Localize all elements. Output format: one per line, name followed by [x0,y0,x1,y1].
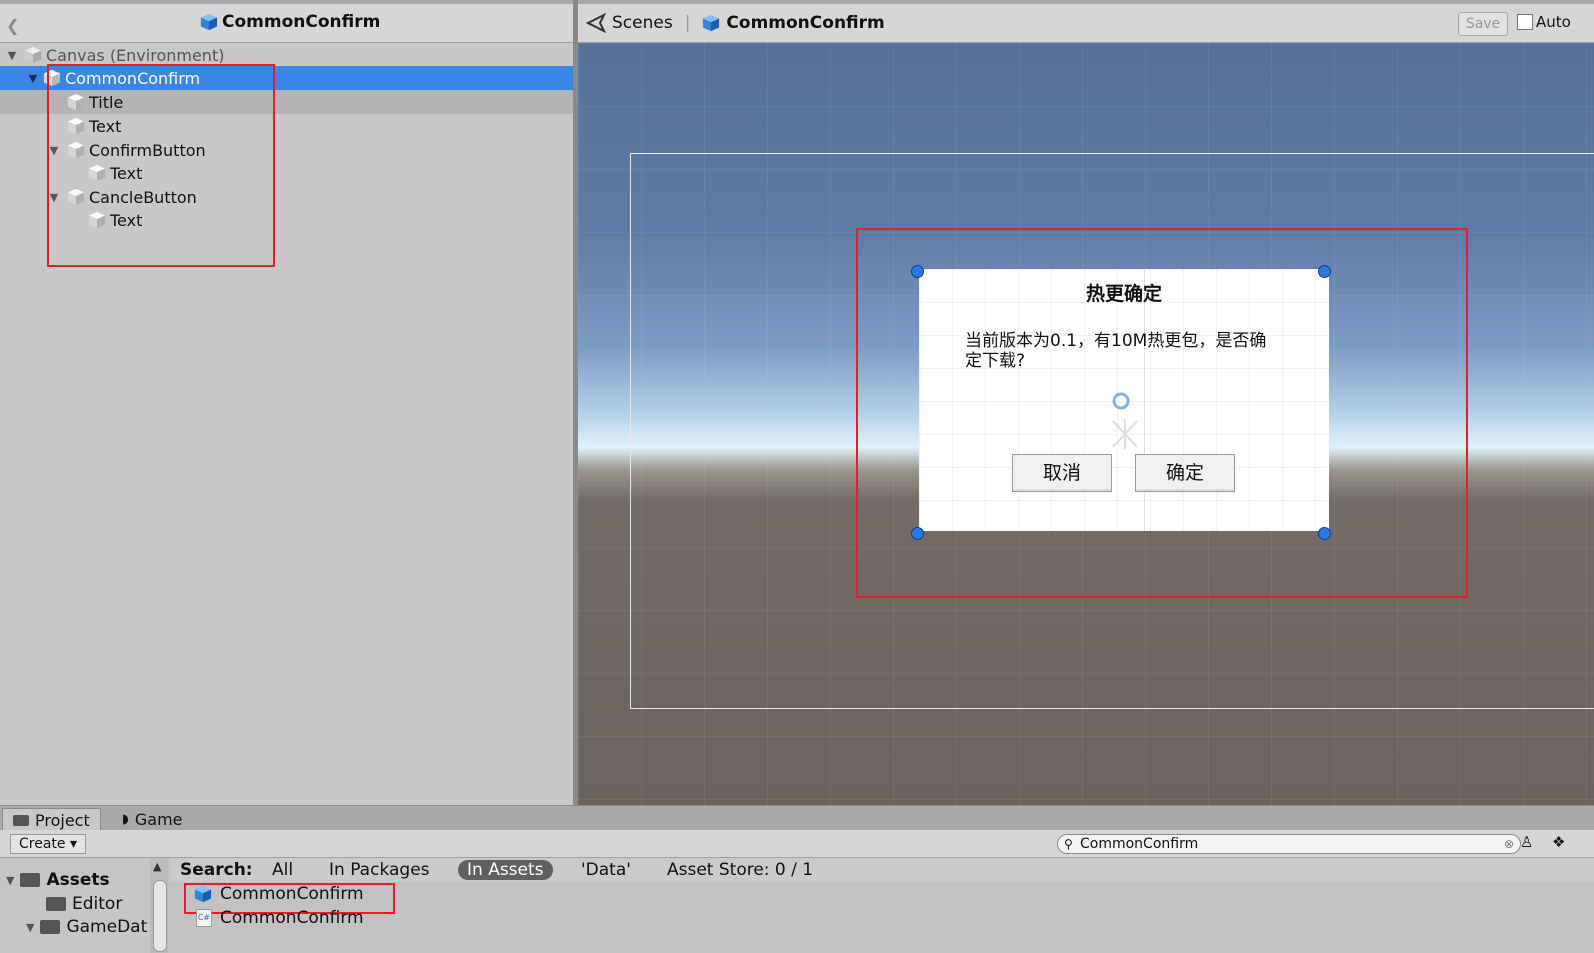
scene-viewport[interactable]: 热更确定 当前版本为0.1，有10M热更包，是否确 定下载? 取消 确定 [578,43,1594,805]
search-scope-assets[interactable]: In Assets [458,860,553,880]
expand-arrow-icon[interactable]: ▼ [6,874,14,887]
tree-item-gamedata[interactable]: ▼ GameDat [26,917,147,937]
tab-project[interactable]: Project [2,808,101,832]
scenes-icon [586,13,606,33]
prefab-title: CommonConfirm [200,12,380,32]
confirm-dialog[interactable]: 热更确定 当前版本为0.1，有10M热更包，是否确 定下载? 取消 确定 [919,269,1329,531]
filter-type-icon[interactable]: ♙ [1520,833,1533,851]
folder-icon [20,873,41,887]
search-icon: ⚲ [1064,837,1073,851]
breadcrumb-prefab: CommonConfirm [726,13,885,33]
rect-handle-top-left[interactable] [911,265,924,278]
dialog-message: 当前版本为0.1，有10M热更包，是否确 定下载? [965,331,1285,371]
dialog-message-line2: 定下载? [965,351,1026,371]
expand-arrow-icon[interactable]: ▼ [27,72,39,85]
hierarchy-highlight-box [47,64,275,267]
assets-tree: ▼ Assets Editor ▼ GameDat [0,858,151,953]
tab-game[interactable]: ◗ Game [112,808,193,831]
expand-arrow-icon[interactable]: ▼ [26,921,34,934]
label-tag-icon[interactable]: ❖ [1552,833,1565,851]
auto-save-label: Auto [1536,13,1571,31]
folder-icon [40,920,61,934]
rect-handle-bottom-right[interactable] [1318,527,1331,540]
hierarchy-header: ❮ CommonConfirm [0,4,573,43]
search-scope-packages[interactable]: In Packages [329,860,430,880]
rect-handle-top-right[interactable] [1318,265,1331,278]
breadcrumb-scenes[interactable]: Scenes [612,13,673,33]
search-scope-data[interactable]: 'Data' [581,860,631,880]
prefab-cube-icon [200,13,218,31]
folder-icon [13,815,29,826]
csharp-script-icon: C# [196,909,212,927]
search-scope-label: Search: [180,860,253,880]
scene-toolbar: Scenes | CommonConfirm Save Auto [578,4,1594,43]
confirm-button[interactable]: 确定 [1135,454,1235,492]
back-arrow-icon[interactable]: ❮ [6,16,19,35]
expand-arrow-icon[interactable]: ▼ [6,49,18,62]
tree-item-assets[interactable]: ▼ Assets [6,870,110,890]
breadcrumb: Scenes | CommonConfirm [586,13,885,33]
dialog-title: 热更确定 [1085,283,1162,305]
result-script[interactable]: C# CommonConfirm [196,908,364,928]
rect-handle-bottom-left[interactable] [911,527,924,540]
create-dropdown[interactable]: Create ▾ [10,834,87,854]
scrollbar-thumb[interactable] [153,880,167,952]
tree-item-editor[interactable]: Editor [46,894,122,914]
bottom-tabs: Project ◗ Game [0,805,1594,832]
dialog-message-line1: 当前版本为0.1，有10M热更包，是否确 [965,331,1267,351]
project-toolbar: Create ▾ ⚲ CommonConfirm ⊗ ♙ ❖ [0,830,1594,858]
vertical-scrollbar[interactable]: ▲ [150,858,168,953]
cancel-button[interactable]: 取消 [1012,454,1112,492]
pivot-gizmo-icon [1112,392,1138,449]
game-icon: ◗ [122,812,129,827]
scroll-up-icon[interactable]: ▲ [153,860,161,873]
save-button[interactable]: Save [1458,12,1508,36]
prefab-cube-icon [703,14,720,32]
asset-store-count[interactable]: Asset Store: 0 / 1 [667,860,813,880]
clear-search-icon[interactable]: ⊗ [1504,835,1514,853]
gameobject-cube-icon [24,46,42,64]
auto-save-checkbox[interactable] [1517,14,1533,30]
search-input[interactable]: ⚲ CommonConfirm ⊗ [1057,834,1521,854]
folder-icon [46,897,66,911]
breadcrumb-separator: | [684,13,691,33]
search-scope-bar: Search: All In Packages In Assets 'Data'… [170,858,1594,882]
search-scope-all[interactable]: All [272,860,293,880]
